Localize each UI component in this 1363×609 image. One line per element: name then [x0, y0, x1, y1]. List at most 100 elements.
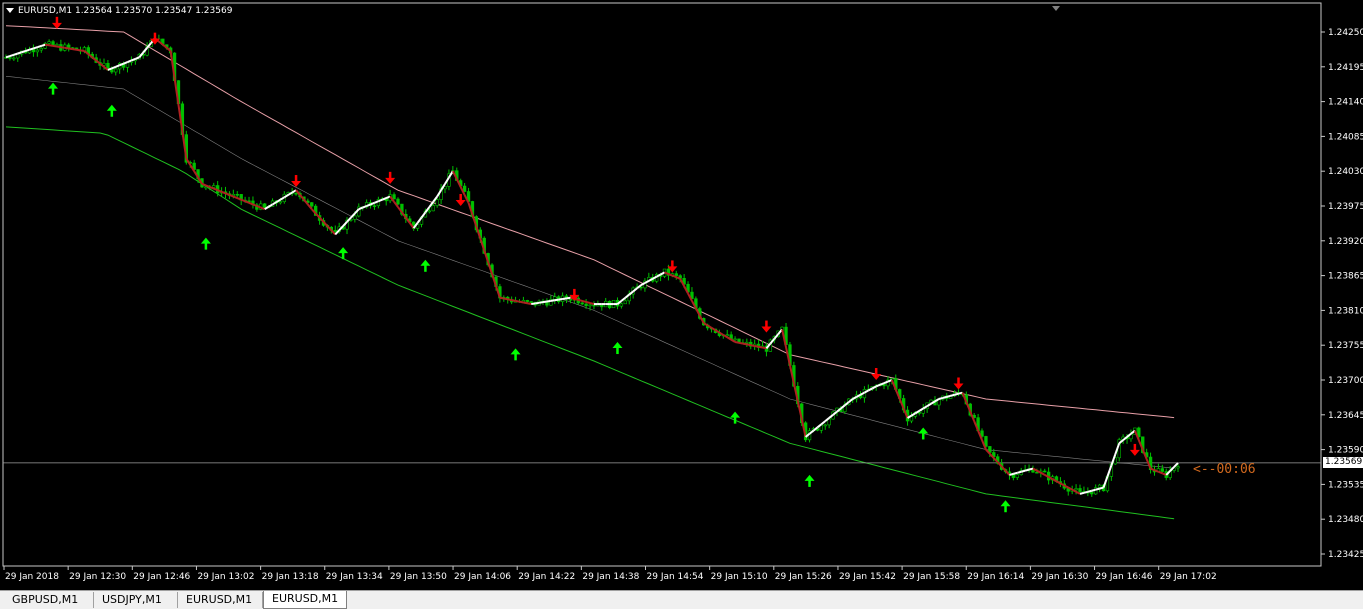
tab-eurusd-m1-active[interactable]: EURUSD,M1 — [263, 591, 347, 609]
trend-up-segment — [1083, 490, 1089, 494]
price-tick-label: 1.23865 — [1328, 272, 1363, 282]
candle-body — [1043, 470, 1047, 473]
sell-arrow-icon — [51, 16, 62, 29]
buy-arrow-icon — [510, 348, 521, 361]
candle-body — [392, 194, 396, 200]
trend-down-segment — [515, 299, 520, 303]
candle-body — [47, 41, 51, 44]
trend-down-segment — [523, 301, 528, 305]
candle-body — [553, 296, 557, 300]
time-tick-label: 29 Jan 12:30 — [69, 572, 126, 582]
trend-up-segment — [942, 395, 947, 399]
trend-down-segment — [589, 302, 595, 306]
time-tick-label: 29 Jan 16:14 — [967, 572, 1024, 582]
sell-arrow-icon — [1129, 443, 1140, 456]
tab-usdjpy-m1[interactable]: USDJPY,M1 — [94, 592, 178, 608]
trend-down-segment — [56, 45, 62, 49]
buy-arrow-head — [338, 247, 349, 254]
plot-border — [2, 2, 1322, 567]
trend-up-segment — [33, 46, 38, 50]
candle-body — [435, 199, 439, 206]
trend-down-segment — [585, 300, 591, 304]
candle-body — [1015, 474, 1019, 478]
candle-body — [1078, 488, 1082, 492]
time-tick-label: 29 Jan 15:42 — [839, 572, 896, 582]
tab-eurusd-m1[interactable]: EURUSD,M1 — [178, 592, 263, 608]
trend-down-segment — [519, 300, 524, 304]
candle-body — [1074, 488, 1078, 491]
trend-down-segment — [742, 342, 748, 346]
candle-body — [623, 300, 627, 305]
trend-up-segment — [546, 299, 552, 303]
trend-up-segment — [1017, 470, 1022, 474]
tab-gbpusd-m1[interactable]: GBPUSD,M1 — [4, 592, 94, 608]
time-tick-label: 29 Jan 2018 — [5, 572, 59, 582]
trend-down-segment — [507, 298, 512, 302]
price-tick-label: 1.24030 — [1328, 167, 1363, 177]
price-tick-label: 1.23535 — [1328, 480, 1363, 490]
chart-tab-bar: GBPUSD,M1 USDJPY,M1 EURUSD,M1 EURUSD,M1 — [0, 590, 1363, 609]
trend-down-segment — [750, 344, 755, 347]
trend-up-segment — [1087, 489, 1093, 493]
trend-up-segment — [620, 296, 626, 302]
trend-up-segment — [40, 43, 46, 47]
candle-body — [35, 49, 40, 53]
candle-body — [592, 304, 596, 307]
price-tick-label: 1.23700 — [1328, 376, 1363, 386]
time-tick-label: 29 Jan 14:54 — [647, 572, 704, 582]
candle-body — [1097, 484, 1102, 488]
candle-body — [372, 205, 377, 207]
buy-arrow-icon — [106, 104, 117, 117]
trend-down-segment — [64, 46, 69, 50]
buy-arrow-head — [730, 411, 741, 418]
buy-arrow-icon — [48, 82, 59, 95]
candle-body — [12, 57, 16, 60]
sell-arrow-head — [761, 326, 772, 333]
trend-up-segment — [1009, 472, 1014, 476]
trend-down-segment — [738, 341, 744, 345]
trend-up-segment — [554, 298, 559, 302]
trend-up-segment — [1028, 467, 1034, 471]
price-tick-label: 1.24085 — [1328, 132, 1363, 142]
time-tick-label: 29 Jan 12:46 — [133, 572, 190, 582]
trend-down-segment — [758, 345, 763, 349]
price-chart[interactable]: 1.24250 1.24195 1.24140 1.24085 1.24030 1.239… — [0, 0, 1363, 590]
trend-up-segment — [37, 44, 42, 49]
candle-body — [310, 202, 314, 207]
time-tick-label: 29 Jan 14:06 — [454, 572, 511, 582]
buy-arrow-icon — [612, 342, 623, 355]
dropdown-triangle-icon[interactable] — [6, 8, 14, 13]
time-tick-label: 29 Jan 17:02 — [1160, 572, 1217, 582]
time-tick-label: 29 Jan 13:34 — [326, 572, 383, 582]
candle-body — [396, 198, 400, 205]
trend-up-segment — [946, 394, 951, 398]
candle-body — [823, 424, 827, 427]
trend-up-segment — [1024, 468, 1030, 472]
sell-arrow-icon — [761, 320, 772, 333]
candle-body — [1176, 466, 1180, 469]
candle-body — [462, 185, 467, 192]
candle-body — [235, 194, 239, 196]
trend-up-segment — [875, 383, 881, 388]
trend-down-segment — [711, 326, 716, 332]
candle-body — [1090, 491, 1094, 495]
chart-header: EURUSD,M1 1.23564 1.23570 1.23547 1.2356… — [6, 6, 232, 16]
chart-window[interactable]: 1.24250 1.24195 1.24140 1.24085 1.24030 1.239… — [0, 0, 1363, 590]
trend-up-segment — [542, 300, 548, 304]
trend-up-segment — [291, 189, 297, 194]
trend-down-segment — [60, 46, 65, 49]
candle-body — [39, 47, 43, 51]
trend-up-segment — [531, 302, 536, 306]
current-price-label: 1.23569 — [1323, 456, 1363, 468]
trend-up-segment — [954, 392, 959, 396]
trend-up-segment — [1095, 487, 1100, 491]
buy-arrow-head — [510, 348, 521, 355]
trend-down-segment — [578, 298, 583, 302]
trend-up-segment — [820, 420, 826, 426]
time-tick-label: 29 Jan 13:50 — [390, 572, 447, 582]
time-tick-label: 29 Jan 15:58 — [903, 572, 960, 582]
buy-arrow-icon — [420, 259, 431, 272]
trend-down-segment — [45, 43, 50, 47]
candle-body — [584, 303, 588, 307]
candle-body — [106, 62, 110, 69]
